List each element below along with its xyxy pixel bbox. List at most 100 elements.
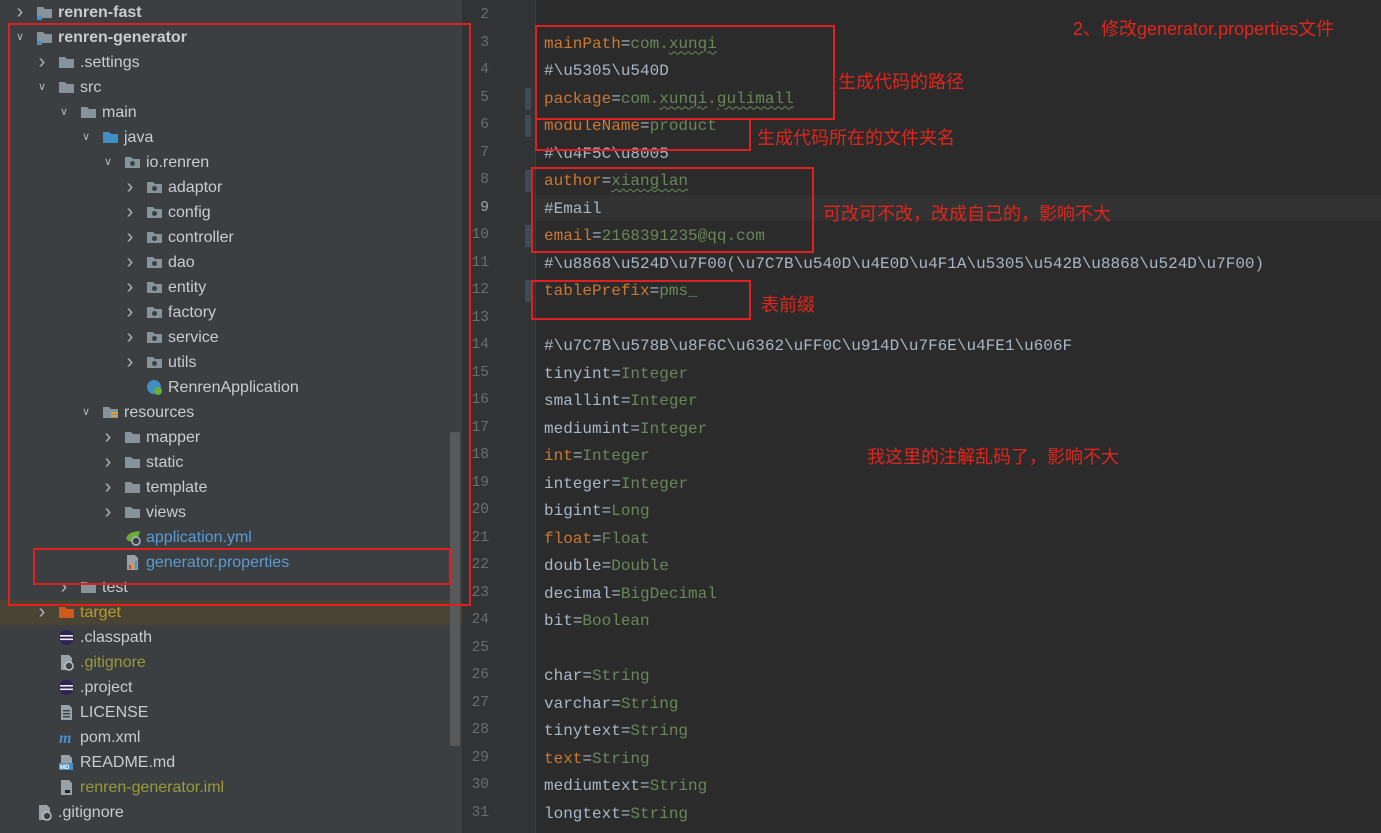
properties-file-box [33, 548, 451, 585]
code-token: Double [611, 557, 669, 575]
code-line[interactable]: tinytext=String [544, 721, 688, 741]
tree-item[interactable]: .classpath [0, 625, 462, 650]
path-box [535, 25, 835, 120]
code-line[interactable]: bit=Boolean [544, 611, 650, 631]
code-line[interactable]: tinyint=Integer [544, 364, 688, 384]
line-number: 28 [471, 722, 489, 738]
tree-item-label: README.md [80, 754, 176, 771]
tree-item-label: .project [80, 679, 133, 696]
code-token: #\u7C7B\u578B\u8F6C\u6362\uFF0C\u914D\u7… [544, 337, 1073, 355]
code-line[interactable]: integer=Integer [544, 474, 688, 494]
code-line[interactable]: #\u7C7B\u578B\u8F6C\u6362\uFF0C\u914D\u7… [544, 336, 1072, 356]
code-token: = [611, 584, 621, 603]
ignore-file-icon [36, 804, 53, 821]
chevron-right-icon[interactable]: › [13, 0, 27, 25]
line-number: 25 [471, 639, 489, 656]
tree-item-label: .classpath [80, 629, 153, 646]
markdown-file-icon: MD [58, 754, 75, 771]
code-token: decimal [544, 584, 612, 603]
tree-item[interactable]: .gitignore [0, 650, 462, 675]
code-token: = [611, 364, 621, 383]
code-token: tinytext [544, 722, 621, 740]
code-line[interactable]: varchar=String [544, 694, 678, 714]
annotation-path: 生成代码的路径 [838, 72, 964, 92]
code-token: = [630, 419, 641, 438]
code-token: Integer [630, 392, 698, 410]
code-line[interactable]: bigint=Long [544, 501, 650, 521]
tree-item[interactable]: m pom.xml [0, 725, 462, 750]
text-file-icon [58, 704, 75, 721]
code-token: String [649, 777, 708, 795]
code-token: = [620, 392, 631, 410]
code-token: = [582, 749, 593, 768]
code-token: tinyint [544, 364, 612, 383]
code-line[interactable]: longtext=String [544, 804, 688, 824]
code-token: smallint [544, 392, 621, 410]
annotation-author: 可改可不改，改成自己的，影响不大 [823, 204, 1111, 224]
code-line[interactable]: char=String [544, 666, 650, 686]
iml-file-icon [58, 779, 75, 796]
line-number-gutter: 2 3 4 5 6 7 8 9 10 11 12 13 14 15 16 17 18 19 20 21 22 23 24 25… [463, 0, 536, 833]
svg-text:MD: MD [60, 765, 70, 771]
code-line[interactable]: double=Double [544, 556, 669, 576]
code-token: mediumtext [544, 777, 641, 795]
code-token: String [620, 694, 679, 713]
tree-item[interactable]: › renren-fast [0, 0, 462, 25]
code-token: char [544, 667, 583, 685]
code-token: = [582, 667, 593, 685]
code-line[interactable]: #\u8868\u524D\u7F00(\u7C7B\u540D\u4E0D\u… [544, 254, 1264, 274]
code-token: = [640, 777, 650, 795]
tree-item[interactable]: .gitignore [0, 800, 462, 825]
code-line[interactable]: float=Float [544, 529, 650, 549]
tree-item-label: renren-generator.iml [80, 779, 225, 796]
code-token: = [620, 722, 631, 740]
code-token: BigDecimal [620, 584, 717, 603]
code-line[interactable]: mediumint=Integer [544, 419, 707, 439]
code-token: String [630, 722, 689, 740]
line-number: 27 [471, 694, 489, 711]
code-token: String [592, 667, 650, 685]
code-line[interactable]: smallint=Integer [544, 391, 698, 411]
code-token: Long [611, 502, 650, 520]
code-token: Integer [582, 447, 650, 465]
tree-item-label: LICENSE [80, 704, 149, 721]
code-token: = [572, 447, 583, 465]
code-token: = [601, 557, 612, 575]
code-token: Float [601, 529, 650, 548]
code-token: text [544, 749, 583, 768]
eclipse-file-icon [58, 629, 75, 646]
code-token: String [630, 804, 689, 823]
code-token: #\u8868\u524D\u7F00(\u7C7B\u540D\u4E0D\u… [544, 254, 1265, 273]
line-number: 29 [471, 749, 489, 766]
module-folder-icon [36, 4, 53, 21]
annotation-garbled: 我这里的注解乱码了，影响不大 [867, 447, 1119, 467]
code-token: integer [544, 474, 612, 493]
tree-item[interactable]: MD README.md [0, 750, 462, 775]
tree-item[interactable]: renren-generator.iml [0, 775, 462, 800]
code-token: = [572, 612, 583, 630]
module-box [535, 118, 751, 151]
tree-item-label: pom.xml [80, 729, 141, 746]
annotation-prefix: 表前缀 [761, 295, 815, 315]
code-token: bigint [544, 502, 602, 520]
code-line[interactable]: int=Integer [544, 446, 650, 466]
annotation-title: 2、修改generator.properties文件 [1073, 19, 1335, 39]
tree-item[interactable]: LICENSE [0, 700, 462, 725]
line-number: 24 [471, 612, 489, 628]
code-token: = [592, 529, 602, 548]
code-line[interactable]: text=String [544, 749, 650, 769]
tree-item-label: .gitignore [58, 804, 124, 821]
line-number: 31 [471, 804, 489, 821]
code-token: String [592, 749, 650, 768]
tree-item[interactable]: .project [0, 675, 462, 700]
tree-highlight-box [8, 23, 471, 606]
svg-text:m: m [59, 730, 71, 746]
ignore-file-icon [58, 654, 75, 671]
code-token: Integer [620, 474, 689, 493]
code-token: = [611, 474, 621, 493]
code-line[interactable]: decimal=BigDecimal [544, 584, 717, 604]
code-token: longtext [544, 804, 621, 823]
code-token: Integer [640, 419, 708, 438]
code-line[interactable]: mediumtext=String [544, 776, 707, 796]
code-token: Integer [620, 364, 689, 383]
